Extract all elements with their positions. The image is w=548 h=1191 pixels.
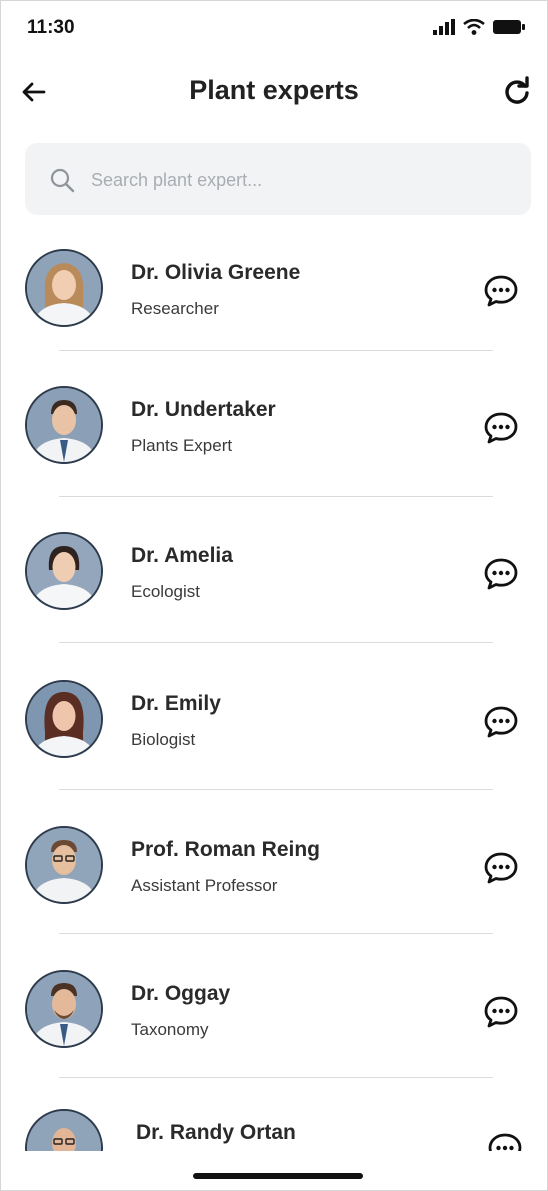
expert-role: Biologist bbox=[131, 730, 196, 749]
chat-bubble-icon bbox=[484, 852, 518, 884]
avatar bbox=[25, 970, 103, 1048]
header: Plant experts bbox=[1, 63, 547, 119]
refresh-button[interactable] bbox=[501, 75, 533, 107]
status-bar: 11:30 bbox=[1, 1, 547, 57]
expert-role: Taxonomy bbox=[131, 1020, 209, 1039]
expert-role: Researcher bbox=[131, 299, 219, 318]
chat-button[interactable] bbox=[483, 994, 519, 1030]
divider bbox=[59, 933, 493, 934]
avatar bbox=[25, 680, 103, 758]
expert-item[interactable]: Dr. Undertaker Plants Expert bbox=[1, 376, 547, 476]
search-icon bbox=[50, 168, 75, 193]
avatar bbox=[25, 386, 103, 464]
divider bbox=[59, 642, 493, 643]
chat-button[interactable] bbox=[483, 556, 519, 592]
expert-item[interactable]: Dr. Oggay Taxonomy bbox=[1, 960, 547, 1060]
expert-name: Dr. Oggay bbox=[131, 982, 231, 1005]
divider bbox=[59, 1077, 493, 1078]
expert-name: Dr. Emily bbox=[131, 692, 221, 715]
chat-button[interactable] bbox=[483, 273, 519, 309]
refresh-icon bbox=[505, 76, 529, 104]
status-time: 11:30 bbox=[27, 17, 75, 38]
chat-bubble-icon bbox=[484, 412, 518, 444]
chat-bubble-icon bbox=[484, 558, 518, 590]
home-indicator[interactable] bbox=[193, 1173, 363, 1179]
wifi-icon bbox=[463, 19, 485, 35]
chat-bubble-icon bbox=[484, 706, 518, 738]
chat-bubble-icon bbox=[484, 275, 518, 307]
expert-name: Dr. Amelia bbox=[131, 544, 233, 567]
phone-frame: 11:30 Plant experts Search plant expert.… bbox=[0, 0, 548, 1191]
avatar bbox=[25, 532, 103, 610]
expert-role: Ecologist bbox=[131, 582, 200, 601]
avatar bbox=[25, 826, 103, 904]
chat-bubble-icon bbox=[484, 996, 518, 1028]
search-bar[interactable] bbox=[25, 143, 531, 215]
expert-role: Assistant Professor bbox=[131, 876, 278, 895]
expert-name: Dr. Olivia Greene bbox=[131, 261, 301, 284]
chat-button[interactable] bbox=[483, 410, 519, 446]
chat-button[interactable] bbox=[483, 704, 519, 740]
status-icons bbox=[433, 19, 525, 35]
expert-item[interactable]: Dr. Emily Biologist bbox=[1, 670, 547, 770]
divider bbox=[59, 496, 493, 497]
divider bbox=[59, 350, 493, 351]
expert-name: Dr. Randy Ortan bbox=[136, 1121, 296, 1144]
divider bbox=[59, 789, 493, 790]
signal-icon bbox=[433, 19, 455, 35]
battery-icon bbox=[493, 20, 525, 34]
page-title: Plant experts bbox=[189, 75, 359, 105]
expert-name: Prof. Roman Reing bbox=[131, 838, 321, 861]
expert-role: Plants Expert bbox=[131, 436, 233, 455]
expert-name: Dr. Undertaker bbox=[131, 398, 276, 421]
expert-item[interactable]: Prof. Roman Reing Assistant Professor bbox=[1, 816, 547, 916]
avatar bbox=[25, 249, 103, 327]
expert-item[interactable]: Dr. Amelia Ecologist bbox=[1, 522, 547, 622]
chat-button[interactable] bbox=[483, 850, 519, 886]
search-input[interactable] bbox=[89, 161, 513, 199]
bottom-safe-area bbox=[1, 1151, 547, 1190]
expert-item[interactable]: Dr. Olivia Greene Researcher bbox=[1, 239, 547, 339]
